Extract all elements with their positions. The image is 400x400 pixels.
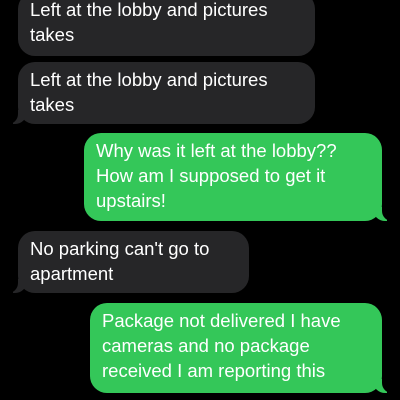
message-text: Left at the lobby and pictures takes xyxy=(30,69,268,115)
bubble-tail xyxy=(7,279,27,293)
message-text: Why was it left at the lobby?? How am I … xyxy=(96,140,337,211)
bubble-tail xyxy=(7,110,27,124)
outgoing-message-bubble[interactable]: Why was it left at the lobby?? How am I … xyxy=(84,133,393,221)
outgoing-message-bubble[interactable]: Package not delivered I have cameras and… xyxy=(90,303,393,393)
message-text: Left at the lobby and pictures takes xyxy=(30,0,268,45)
message-thread: Left at the lobby and pictures takes Lef… xyxy=(0,0,400,400)
incoming-message-bubble[interactable]: No parking can't go to apartment xyxy=(7,231,249,293)
incoming-message-bubble[interactable]: Left at the lobby and pictures takes xyxy=(18,0,315,56)
message-text: No parking can't go to apartment xyxy=(30,238,210,284)
incoming-message-bubble[interactable]: Left at the lobby and pictures takes xyxy=(7,62,315,124)
message-text: Package not delivered I have cameras and… xyxy=(102,310,341,381)
bubble-tail xyxy=(373,207,393,221)
bubble-tail xyxy=(373,379,393,393)
